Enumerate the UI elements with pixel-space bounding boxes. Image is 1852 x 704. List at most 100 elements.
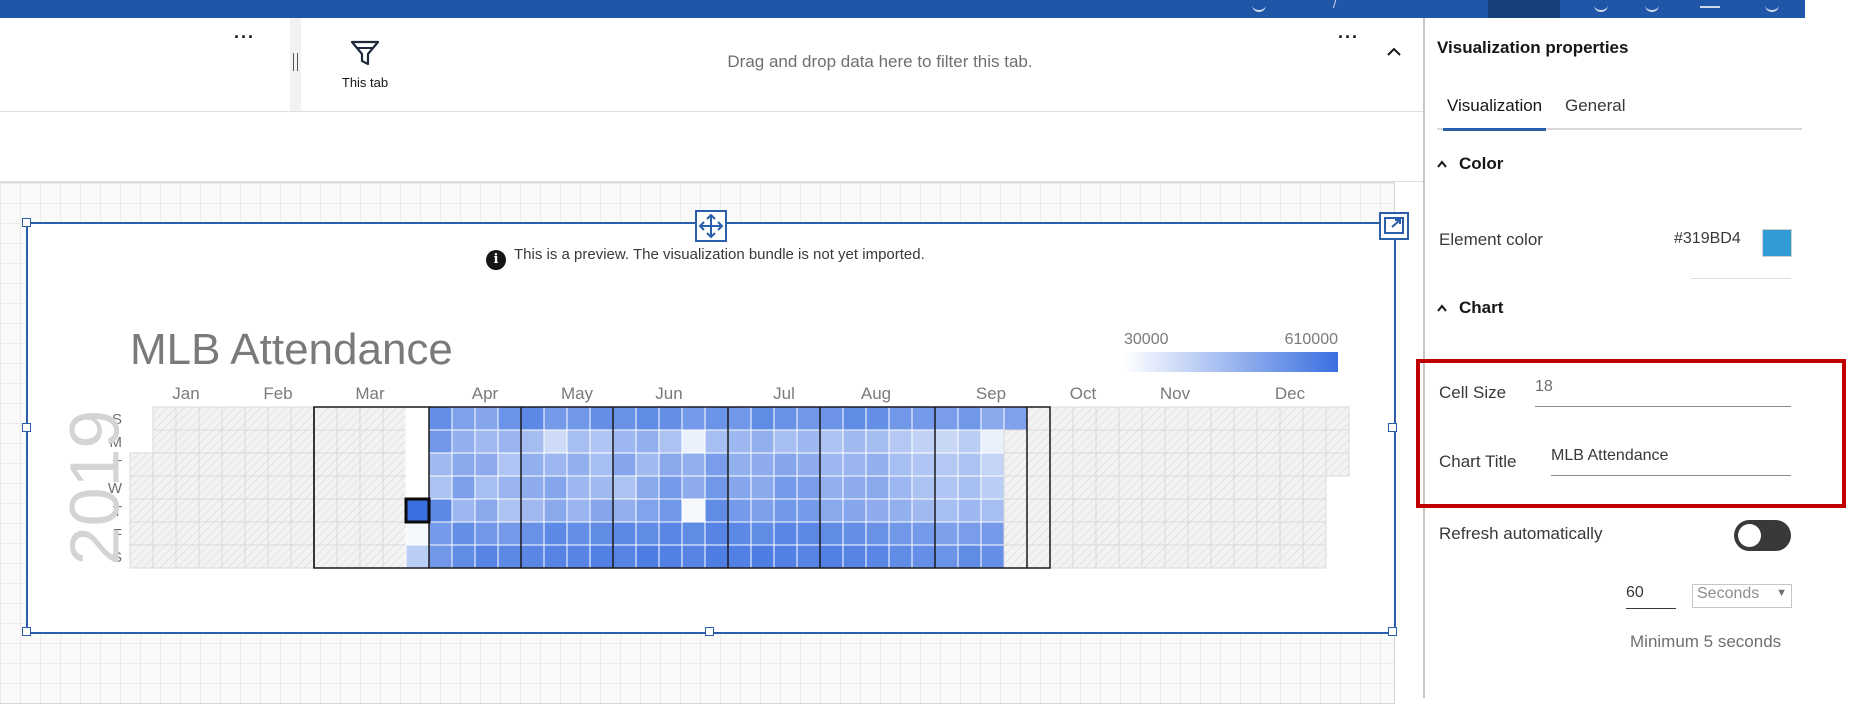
heatmap-cell [1072, 429, 1097, 454]
heatmap-cell [1279, 498, 1304, 523]
heatmap-cell [267, 544, 292, 569]
heatmap-cell [1026, 475, 1051, 500]
heatmap-cell [842, 498, 867, 523]
refresh-toggle[interactable] [1734, 520, 1791, 551]
heatmap-cell [750, 406, 775, 431]
heatmap-cell [1003, 475, 1028, 500]
resize-handle-right[interactable] [1388, 423, 1397, 432]
heatmap-cell [1095, 498, 1120, 523]
heatmap-cell [842, 429, 867, 454]
heatmap-cell [290, 475, 315, 500]
heatmap-cell [1279, 429, 1304, 454]
heatmap-cell [819, 475, 844, 500]
heatmap-cell [566, 429, 591, 454]
heatmap-cell [612, 521, 637, 546]
filter-splitter[interactable] [290, 18, 301, 111]
resize-handle-bottom[interactable] [705, 627, 714, 636]
tab-general[interactable]: General [1565, 96, 1625, 128]
resize-handle-left[interactable] [22, 423, 31, 432]
expand-widget-button[interactable] [1379, 212, 1409, 240]
heatmap-cell [957, 406, 982, 431]
heatmap-cell [474, 429, 499, 454]
heatmap-cell [911, 498, 936, 523]
heatmap-cell [244, 429, 269, 454]
resize-handle-bottom-right[interactable] [1388, 627, 1397, 636]
heatmap-cell [497, 406, 522, 431]
heatmap-cell [428, 429, 453, 454]
settings-icon[interactable] [1645, 0, 1659, 12]
heatmap-cell [152, 406, 177, 431]
active-nav-segment[interactable] [1488, 0, 1560, 18]
visualization-widget[interactable]: Jan Feb Mar Apr May Jun Jul Aug Sep Oct Nov Dec S M T W… [26, 222, 1396, 634]
month-label: May [561, 384, 594, 403]
interval-unit-select[interactable]: Seconds ▼ [1692, 584, 1792, 608]
this-tab-filter-button[interactable]: This tab [330, 40, 400, 90]
heatmap-cell [704, 521, 729, 546]
heatmap-cell [957, 521, 982, 546]
heatmap-cell [796, 406, 821, 431]
heatmap-cell [612, 475, 637, 500]
highlighted-cell [404, 497, 431, 524]
help-icon[interactable]: / [1333, 0, 1336, 11]
heatmap-cell [727, 429, 752, 454]
heatmap-cell [382, 475, 407, 500]
heatmap-cell [681, 521, 706, 546]
heatmap-cell [474, 544, 499, 569]
month-label: Dec [1275, 384, 1306, 403]
resize-handle-top-left[interactable] [22, 218, 31, 227]
heatmap-cell [681, 452, 706, 477]
panel-icon[interactable] [1700, 0, 1720, 8]
toggle-knob [1738, 524, 1761, 547]
heatmap-cell [1141, 452, 1166, 477]
all-tabs-filter-area[interactable]: ··· [0, 18, 290, 111]
heatmap-cell [175, 406, 200, 431]
refresh-interval-input[interactable]: 60 [1626, 584, 1676, 609]
heatmap-cell [957, 498, 982, 523]
notification-icon[interactable] [1594, 0, 1608, 12]
heatmap-cell [474, 498, 499, 523]
heatmap-cell [313, 475, 338, 500]
heatmap-cell [1095, 544, 1120, 569]
heatmap-cell [497, 544, 522, 569]
heatmap-cell [1118, 452, 1143, 477]
month-label: Mar [355, 384, 385, 403]
heatmap-cell [1049, 521, 1074, 546]
heatmap-cell [934, 406, 959, 431]
user-icon[interactable] [1252, 0, 1266, 12]
heatmap-cell [612, 452, 637, 477]
color-section-header[interactable]: Color [1437, 154, 1503, 174]
move-icon [698, 213, 724, 239]
heatmap-cell [796, 498, 821, 523]
heatmap-cell [543, 521, 568, 546]
filter-overflow-menu-icon[interactable]: ··· [1338, 28, 1359, 46]
overflow-menu-icon[interactable]: ··· [234, 28, 255, 46]
move-widget-button[interactable] [695, 210, 727, 242]
heatmap-cell [1210, 429, 1235, 454]
heatmap-cell [819, 521, 844, 546]
month-label: Aug [861, 384, 891, 403]
element-color-swatch[interactable] [1762, 229, 1792, 257]
heatmap-cell [1026, 452, 1051, 477]
heatmap-cell [865, 521, 890, 546]
heatmap-cell [1095, 452, 1120, 477]
heatmap-cell [1141, 521, 1166, 546]
heatmap-cell [543, 452, 568, 477]
account-icon[interactable] [1765, 0, 1779, 12]
heatmap-cell [1302, 429, 1327, 454]
heatmap-cell [635, 521, 660, 546]
heatmap-cell [405, 406, 430, 431]
heatmap-cell [405, 521, 430, 546]
heatmap-cell [198, 452, 223, 477]
heatmap-cell [911, 521, 936, 546]
element-color-value: #319BD4 [1674, 230, 1741, 247]
collapse-filter-bar-button[interactable] [1384, 42, 1404, 62]
heatmap-cell [520, 544, 545, 569]
tab-visualization[interactable]: Visualization [1443, 96, 1547, 131]
chart-section-header[interactable]: Chart [1437, 298, 1503, 318]
heatmap-cell [658, 452, 683, 477]
resize-handle-bottom-left[interactable] [22, 627, 31, 636]
heatmap-cell [428, 544, 453, 569]
heatmap-cell [382, 429, 407, 454]
heatmap-cell [1003, 498, 1028, 523]
heatmap-cell [773, 498, 798, 523]
